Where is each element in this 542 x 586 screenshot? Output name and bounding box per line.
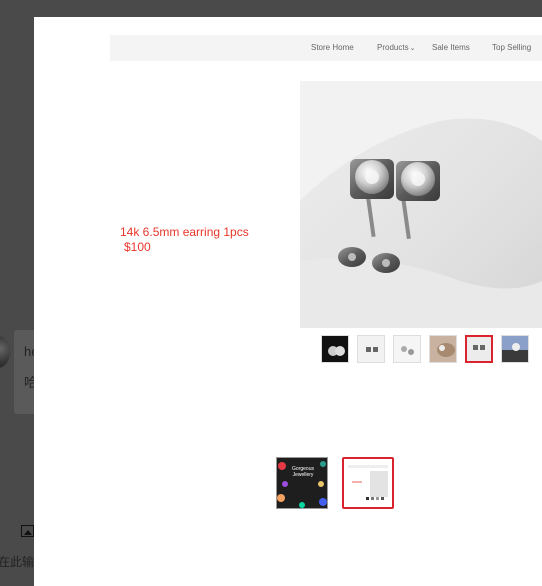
nav-products-label: Products bbox=[377, 43, 409, 52]
nav-products[interactable]: Products⌄ bbox=[377, 43, 415, 52]
attachment-thumbnail-active[interactable] bbox=[342, 457, 394, 509]
thumbnail[interactable] bbox=[501, 335, 529, 363]
avatar bbox=[0, 336, 10, 368]
main-product-photo bbox=[300, 81, 542, 328]
thumbnail-active[interactable] bbox=[465, 335, 493, 363]
product-description: 14k 6.5mm earring 1pcs $100 bbox=[120, 225, 249, 255]
nav-top-selling[interactable]: Top Selling bbox=[492, 43, 531, 52]
chevron-down-icon: ⌄ bbox=[409, 45, 416, 52]
thumbnail[interactable] bbox=[321, 335, 349, 363]
nav-store-home[interactable]: Store Home bbox=[311, 43, 354, 52]
message-input-hint[interactable]: 在此输 bbox=[0, 553, 34, 570]
nav-sale-items[interactable]: Sale Items bbox=[432, 43, 470, 52]
store-nav-bar: Store Home Products⌄ Sale Items Top Sell… bbox=[110, 35, 542, 61]
product-title: 14k 6.5mm earring 1pcs bbox=[120, 225, 249, 239]
attachment-caption: Gorgeous Jewellery bbox=[292, 466, 314, 478]
thumbnail[interactable] bbox=[429, 335, 457, 363]
attachment-thumbnail[interactable]: Gorgeous Jewellery bbox=[276, 457, 328, 509]
thumbnail[interactable] bbox=[357, 335, 385, 363]
image-preview-modal: Store Home Products⌄ Sale Items Top Sell… bbox=[34, 17, 542, 586]
thumbnail[interactable] bbox=[393, 335, 421, 363]
product-price: $100 bbox=[124, 240, 151, 254]
image-upload-icon[interactable] bbox=[21, 525, 34, 537]
